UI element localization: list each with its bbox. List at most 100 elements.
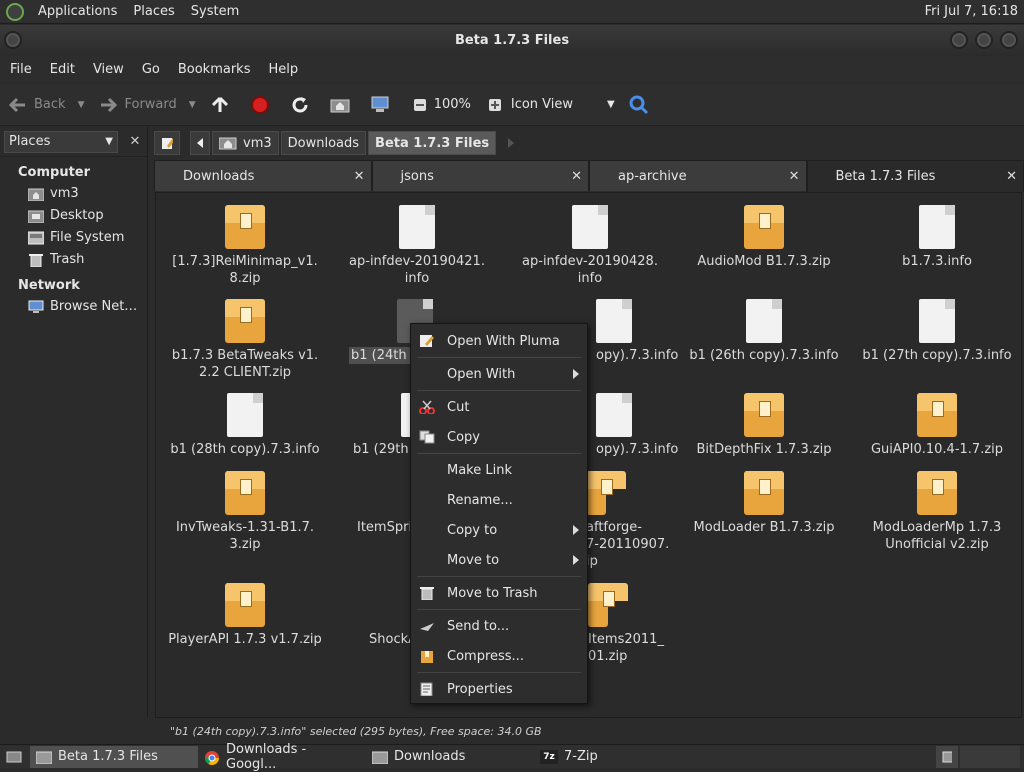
search-button[interactable] — [629, 95, 655, 115]
minimize-button[interactable] — [950, 31, 968, 49]
chevron-right-icon[interactable] — [508, 138, 514, 148]
menu-item-move-to[interactable]: Move to — [411, 545, 587, 575]
close-tab-icon[interactable]: ✕ — [1006, 169, 1017, 184]
sidebar-item-browse-network[interactable]: Browse Net… — [0, 295, 147, 317]
file-label: Unofficial v2.zip — [851, 536, 1022, 553]
taskbar-item-label: 7-Zip — [564, 749, 598, 764]
file-menu[interactable]: File — [4, 62, 44, 77]
back-dropdown-icon[interactable]: ▼ — [78, 100, 85, 110]
go-menu[interactable]: Go — [136, 62, 172, 77]
view-menu[interactable]: View — [87, 62, 136, 77]
zoom-out-button[interactable]: 100% — [410, 95, 471, 115]
sidebar-close-icon[interactable]: ✕ — [124, 131, 146, 153]
properties-icon — [419, 682, 435, 696]
stop-button[interactable] — [250, 95, 276, 115]
menu-item-open-with[interactable]: Open With — [411, 359, 587, 389]
path-segment-vm3[interactable]: vm3 — [212, 131, 279, 155]
menu-item-rename[interactable]: Rename... — [411, 485, 587, 515]
menu-item-make-link[interactable]: Make Link — [411, 455, 587, 485]
sidebar-item-trash[interactable]: Trash — [0, 248, 147, 270]
file-label: b1 (26th copy).7.3.info — [678, 347, 850, 364]
forward-button[interactable]: Forward ▼ — [98, 95, 195, 115]
bookmarks-menu[interactable]: Bookmarks — [172, 62, 263, 77]
sidebar-item-vm3[interactable]: vm3 — [0, 182, 147, 204]
file-item[interactable]: b1 (27th copy).7.3.info — [851, 289, 1022, 364]
path-left-scroll[interactable] — [190, 131, 210, 155]
file-label: ModLoaderMp 1.7.3 — [851, 519, 1022, 536]
menu-item-send-to[interactable]: Send to... — [411, 611, 587, 641]
mate-logo-icon[interactable] — [6, 3, 24, 21]
menu-item-copy-to[interactable]: Copy to — [411, 515, 587, 545]
file-item[interactable]: b1.7.3 BetaTweaks v1.2.2 CLIENT.zip — [159, 289, 331, 381]
file-item[interactable]: ap-infdev-20190421.info — [331, 195, 503, 287]
view-mode-dropdown-icon[interactable]: ▼ — [607, 99, 615, 110]
menu-item-cut[interactable]: Cut — [411, 392, 587, 422]
applications-menu[interactable]: Applications — [30, 4, 125, 19]
close-tab-icon[interactable]: ✕ — [789, 169, 800, 184]
taskbar-item-beta-files[interactable]: Beta 1.7.3 Files — [30, 746, 198, 768]
zip-archive-icon — [225, 205, 265, 249]
close-tab-icon[interactable]: ✕ — [354, 169, 365, 184]
menu-item-copy[interactable]: Copy — [411, 422, 587, 452]
home-button[interactable] — [330, 95, 356, 115]
zoom-in-button[interactable]: Icon View ▼ — [485, 95, 615, 115]
view-mode-select[interactable]: Icon View — [511, 97, 573, 112]
sidebar-item-filesystem[interactable]: File System — [0, 226, 147, 248]
path-segment-current[interactable]: Beta 1.7.3 Files — [368, 131, 496, 155]
reload-button[interactable] — [290, 95, 316, 115]
file-label: 7-20110907. — [586, 536, 676, 553]
back-button[interactable]: Back ▼ — [8, 95, 84, 115]
menu-item-compress[interactable]: Compress... — [411, 641, 587, 671]
menu-item-move-to-trash[interactable]: Move to Trash — [411, 578, 587, 608]
file-item[interactable]: PlayerAPI 1.7.3 v1.7.zip — [159, 573, 331, 648]
menu-item-open-with-pluma[interactable]: Open With Pluma — [411, 326, 587, 356]
path-segment-downloads[interactable]: Downloads — [281, 131, 366, 155]
window-menu-button[interactable] — [4, 31, 22, 49]
tab-downloads[interactable]: Downloads ✕ — [154, 160, 372, 191]
up-button[interactable] — [210, 95, 236, 115]
places-menu[interactable]: Places — [125, 4, 182, 19]
file-item[interactable]: InvTweaks-1.31-B1.7.3.zip — [159, 461, 331, 553]
zip-archive-icon — [586, 471, 606, 515]
tab-jsons[interactable]: jsons ✕ — [372, 160, 590, 191]
7zip-icon: 7z — [540, 750, 558, 764]
menu-item-properties[interactable]: Properties — [411, 674, 587, 704]
computer-button[interactable] — [370, 95, 396, 115]
tab-beta-files[interactable]: Beta 1.7.3 Files ✕ — [807, 160, 1024, 192]
taskbar-item-downloads[interactable]: Downloads — [366, 746, 534, 768]
file-view[interactable]: [1.7.3]ReiMinimap_v1.8.zip ap-infdev-201… — [155, 192, 1022, 718]
close-button[interactable] — [1000, 31, 1018, 49]
maximize-button[interactable] — [975, 31, 993, 49]
file-item[interactable]: ModLoader B1.7.3.zip — [678, 461, 850, 536]
window-titlebar[interactable]: Beta 1.7.3 Files — [0, 25, 1024, 55]
sidebar-selector[interactable]: Places ▼ — [4, 131, 118, 153]
toggle-location-button[interactable] — [154, 131, 180, 155]
menu-separator — [417, 390, 581, 391]
file-item[interactable]: GuiAPI0.10.4-1.7.zip — [851, 383, 1022, 458]
zoom-out-icon — [410, 95, 430, 115]
file-item[interactable]: b1.7.3.info — [851, 195, 1022, 270]
clock[interactable]: Fri Jul 7, 16:18 — [925, 4, 1018, 19]
file-item[interactable]: [1.7.3]ReiMinimap_v1.8.zip — [159, 195, 331, 287]
show-desktop-button[interactable] — [0, 746, 30, 768]
desktop-folder-icon — [28, 209, 44, 223]
workspace-switcher-1[interactable] — [936, 746, 958, 768]
file-item[interactable]: ap-infdev-20190428.info — [504, 195, 676, 287]
forward-dropdown-icon[interactable]: ▼ — [189, 100, 196, 110]
close-tab-icon[interactable]: ✕ — [571, 169, 582, 184]
taskbar-item-7zip[interactable]: 7z 7-Zip — [534, 746, 702, 768]
menu-item-label: Move to Trash — [447, 586, 538, 601]
file-item[interactable]: BitDepthFix 1.7.3.zip — [678, 383, 850, 458]
workspace-switcher-2[interactable] — [960, 746, 1020, 768]
file-item[interactable]: AudioMod B1.7.3.zip — [678, 195, 850, 270]
file-item[interactable]: b1 (26th copy).7.3.info — [678, 289, 850, 364]
sidebar-item-desktop[interactable]: Desktop — [0, 204, 147, 226]
tab-ap-archive[interactable]: ap-archive ✕ — [589, 160, 807, 191]
file-item[interactable]: ModLoaderMp 1.7.3Unofficial v2.zip — [851, 461, 1022, 553]
system-menu[interactable]: System — [183, 4, 247, 19]
help-menu[interactable]: Help — [262, 62, 310, 77]
file-label: 8.zip — [159, 270, 331, 287]
file-item[interactable]: b1 (28th copy).7.3.info — [159, 383, 331, 458]
taskbar-item-chrome[interactable]: Downloads - Googl... — [198, 746, 366, 768]
edit-menu[interactable]: Edit — [44, 62, 87, 77]
